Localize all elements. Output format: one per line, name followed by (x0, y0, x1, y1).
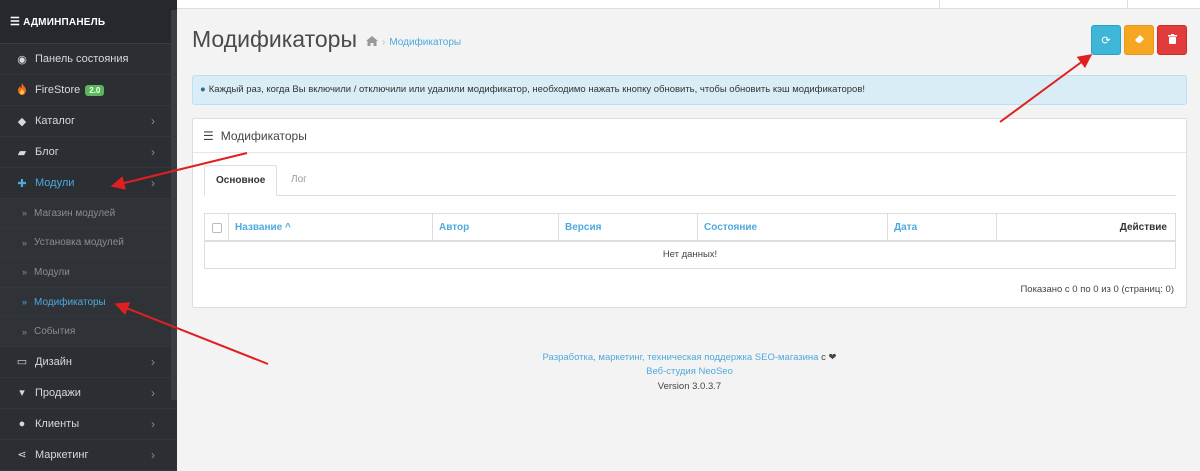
sidebar-item-label: FireStore (35, 84, 81, 96)
sidebar-subitem-modules[interactable]: » Модули (0, 258, 177, 288)
sidebar-subitem-module-install[interactable]: » Установка модулей (0, 228, 177, 259)
puzzle-icon: ✚ (17, 177, 27, 190)
sidebar-item-label: Панель состояния (35, 53, 129, 65)
panel-heading: ☰ Модификаторы (193, 119, 1186, 153)
select-all-checkbox[interactable] (205, 214, 229, 241)
double-chevron-icon: » (22, 326, 28, 337)
double-chevron-icon: » (22, 267, 28, 278)
sidebar-subitem-module-store[interactable]: » Магазин модулей (0, 199, 177, 229)
sidebar-header[interactable]: ☰ АДМИНПАНЕЛЬ (0, 0, 177, 44)
sort-asc-icon: ^ (284, 222, 291, 233)
info-alert: ● Каждый раз, когда Вы включили / отключи… (192, 75, 1187, 105)
sidebar-item-customers[interactable]: ● Клиенты › (0, 409, 177, 440)
sidebar-subitem-label: Установка модулей (34, 237, 124, 249)
trash-icon (1167, 33, 1177, 47)
delete-button[interactable] (1157, 25, 1187, 55)
sidebar-item-firestore[interactable]: FireStore 2.0 (0, 75, 177, 106)
footer-version: Version 3.0.3.7 (657, 381, 722, 392)
modifiers-panel: ☰ Модификаторы Основное Лог Название ^ А… (192, 118, 1187, 308)
empty-row: Нет данных! (662, 249, 718, 260)
page-title: Модификаторы (192, 26, 357, 52)
breadcrumb: › Модификаторы (366, 36, 461, 49)
monitor-icon: ▭ (16, 356, 28, 369)
sidebar-item-label: Модули (35, 177, 75, 189)
sidebar-subitem-label: Модификаторы (34, 296, 106, 308)
cart-icon: ▾ (19, 387, 25, 400)
sidebar-item-modules[interactable]: ✚ Модули › (0, 168, 177, 199)
double-chevron-icon: » (22, 297, 28, 308)
chevron-right-icon: › (151, 114, 155, 128)
sidebar-subitem-modifiers[interactable]: » Модификаторы (0, 287, 177, 318)
refresh-icon: ⟳ (1101, 34, 1111, 47)
sidebar-item-label: Продажи (35, 386, 81, 399)
chevron-right-icon: › (151, 447, 155, 462)
list-icon: ☰ (203, 128, 214, 143)
double-chevron-icon: » (22, 237, 28, 248)
chevron-right-icon: › (151, 385, 155, 400)
alert-text: Каждый раз, когда Вы включили / отключил… (208, 84, 866, 95)
home-icon[interactable] (366, 36, 378, 49)
double-chevron-icon: » (22, 208, 28, 219)
tab-log[interactable]: Лог (280, 165, 318, 196)
sidebar-item-catalog[interactable]: ◆ Каталог › (0, 106, 177, 137)
footer-studio-link[interactable]: Веб-студия NeoSeo (646, 366, 733, 377)
sidebar-item-blog[interactable]: ▰ Блог › (0, 137, 177, 168)
tab-general[interactable]: Основное (204, 165, 278, 196)
footer-love-text: с ❤ (821, 352, 837, 363)
top-bar (177, 0, 1200, 9)
fire-icon (15, 82, 29, 98)
column-version[interactable]: Версия (559, 214, 698, 241)
user-icon: ● (18, 417, 26, 430)
sidebar-item-marketing[interactable]: ⋖ Маркетинг › (0, 440, 177, 471)
sidebar-item-sales[interactable]: ▾ Продажи › (0, 378, 177, 409)
book-icon: ▰ (17, 146, 27, 159)
modifiers-table: Название ^ Автор Версия Состояние Дата Д… (204, 213, 1176, 269)
sidebar-subitem-label: Магазин модулей (34, 207, 116, 219)
chevron-right-icon: › (151, 416, 155, 431)
checkbox-icon (211, 222, 222, 233)
table-header: Название ^ Автор Версия Состояние Дата Д… (205, 214, 1175, 242)
sidebar-item-design[interactable]: ▭ Дизайн › (0, 347, 177, 378)
sidebar-item-label: Клиенты (35, 417, 80, 430)
sidebar-item-label: Дизайн (35, 355, 72, 368)
sidebar: ☰ АДМИНПАНЕЛЬ ◉ Панель состояния FireStor… (0, 0, 177, 471)
dashboard-icon: ◉ (17, 53, 27, 66)
sidebar-item-label: Блог (35, 146, 59, 158)
sidebar-subitem-events[interactable]: » События (0, 317, 177, 347)
tag-icon: ◆ (17, 115, 27, 128)
top-bar-divider (1127, 0, 1128, 9)
eraser-icon (1134, 34, 1145, 46)
footer-line: Веб-студия NeoSeo (192, 366, 1187, 377)
column-name[interactable]: Название ^ (229, 214, 433, 241)
column-date[interactable]: Дата (888, 214, 997, 241)
clear-button[interactable] (1124, 25, 1154, 55)
chevron-right-icon: › (151, 354, 155, 369)
column-action: Действие (1119, 222, 1167, 233)
info-icon: ● (200, 84, 206, 95)
footer-line: Разработка, маркетинг, техническая подде… (192, 352, 1187, 363)
refresh-button[interactable]: ⟳ (1091, 25, 1121, 55)
breadcrumb-separator: › (382, 37, 386, 48)
sidebar-subitem-label: События (34, 326, 76, 338)
footer-dev-link[interactable]: Разработка, маркетинг, техническая подде… (543, 352, 819, 363)
tabs: Основное Лог (204, 165, 1176, 196)
chevron-right-icon: › (151, 176, 155, 190)
pagination-info: Показано с 0 по 0 из 0 (страниц: 0) (1020, 284, 1174, 295)
breadcrumb-current[interactable]: Модификаторы (389, 37, 461, 48)
version-badge: 2.0 (85, 84, 105, 96)
panel-title: Модификаторы (220, 128, 307, 143)
column-status[interactable]: Состояние (698, 214, 888, 241)
chevron-right-icon: › (151, 145, 155, 159)
share-icon: ⋖ (17, 449, 27, 462)
top-bar-divider (939, 0, 940, 9)
column-author[interactable]: Автор (433, 214, 559, 241)
menu-icon: ☰ (10, 16, 21, 28)
sidebar-item-label: Маркетинг (35, 448, 89, 461)
sidebar-item-dashboard[interactable]: ◉ Панель состояния (0, 44, 177, 75)
sidebar-subitem-label: Модули (34, 266, 70, 278)
sidebar-item-label: Каталог (35, 115, 75, 127)
